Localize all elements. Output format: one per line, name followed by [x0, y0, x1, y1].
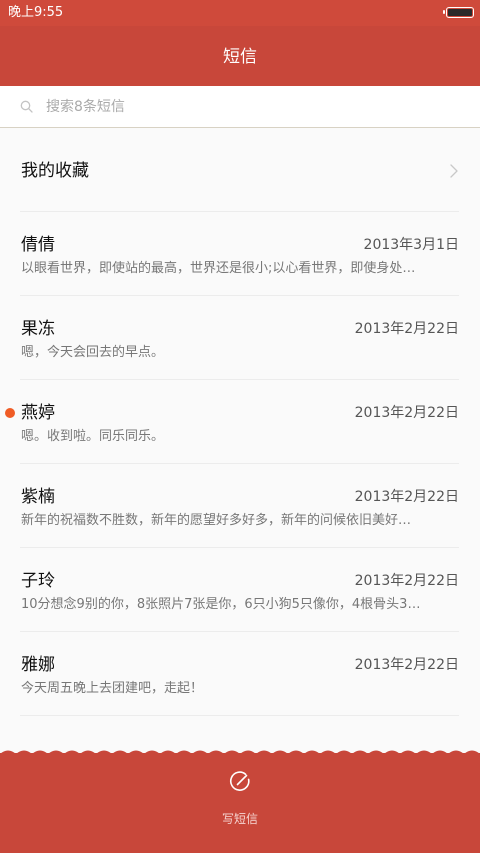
message-preview: 10分想念9别的你，8张照片7张是你，6只小狗5只像你，4根骨头3… — [21, 597, 421, 612]
message-preview: 嗯。收到啦。同乐同乐。 — [21, 429, 165, 444]
search-icon — [20, 100, 33, 113]
bottom-bar: 写短信 — [0, 750, 480, 853]
message-date: 2013年2月22日 — [354, 489, 459, 505]
message-preview: 以眼看世界，即使站的最高，世界还是很小;以心看世界，即使身处… — [21, 261, 416, 276]
status-time: 晚上9:55 — [8, 5, 64, 20]
message-date: 2013年3月1日 — [363, 237, 459, 253]
favorites-label: 我的收藏 — [21, 161, 89, 181]
conversation-item[interactable]: 雅娜 2013年2月22日 今天周五晚上去团建吧，走起！ — [0, 632, 480, 716]
contact-name: 燕婷 — [21, 403, 55, 423]
contact-name: 果冻 — [21, 319, 55, 339]
compose-label: 写短信 — [221, 812, 258, 826]
page-title: 短信 — [223, 47, 257, 67]
conversation-item[interactable]: 燕婷 2013年2月22日 嗯。收到啦。同乐同乐。 — [0, 380, 480, 464]
contact-name: 雅娜 — [21, 655, 55, 675]
scallop-edge — [0, 750, 480, 754]
battery-icon — [443, 7, 474, 18]
divider — [20, 715, 459, 716]
favorites-row[interactable]: 我的收藏 — [0, 128, 480, 212]
contact-name: 倩倩 — [21, 235, 55, 255]
compose-button[interactable]: 写短信 — [190, 765, 290, 839]
app-header: 短信 — [0, 26, 480, 86]
conversation-item[interactable]: 倩倩 2013年3月1日 以眼看世界，即使站的最高，世界还是很小;以心看世界，即… — [0, 212, 480, 296]
status-bar: 晚上9:55 — [0, 0, 480, 26]
message-date: 2013年2月22日 — [354, 321, 459, 337]
conversation-item[interactable]: 果冻 2013年2月22日 嗯，今天会回去的早点。 — [0, 296, 480, 380]
contact-name: 子玲 — [21, 571, 55, 591]
message-date: 2013年2月22日 — [354, 657, 459, 673]
message-date: 2013年2月22日 — [354, 573, 459, 589]
conversation-item[interactable]: 紫楠 2013年2月22日 新年的祝福数不胜数，新年的愿望好多好多，新年的问候依… — [0, 464, 480, 548]
message-date: 2013年2月22日 — [354, 405, 459, 421]
contact-name: 紫楠 — [21, 487, 55, 507]
conversation-item[interactable]: 子玲 2013年2月22日 10分想念9别的你，8张照片7张是你，6只小狗5只像… — [0, 548, 480, 632]
search-bar — [0, 86, 480, 128]
search-input[interactable] — [46, 96, 446, 118]
unread-indicator — [5, 408, 15, 418]
message-preview: 新年的祝福数不胜数，新年的愿望好多好多，新年的问候依旧美好… — [21, 513, 412, 528]
message-preview: 今天周五晚上去团建吧，走起！ — [21, 681, 204, 696]
conversation-list: 倩倩 2013年3月1日 以眼看世界，即使站的最高，世界还是很小;以心看世界，即… — [0, 212, 480, 716]
chevron-right-icon — [450, 164, 458, 178]
compose-icon — [230, 771, 250, 791]
message-preview: 嗯，今天会回去的早点。 — [21, 345, 165, 360]
